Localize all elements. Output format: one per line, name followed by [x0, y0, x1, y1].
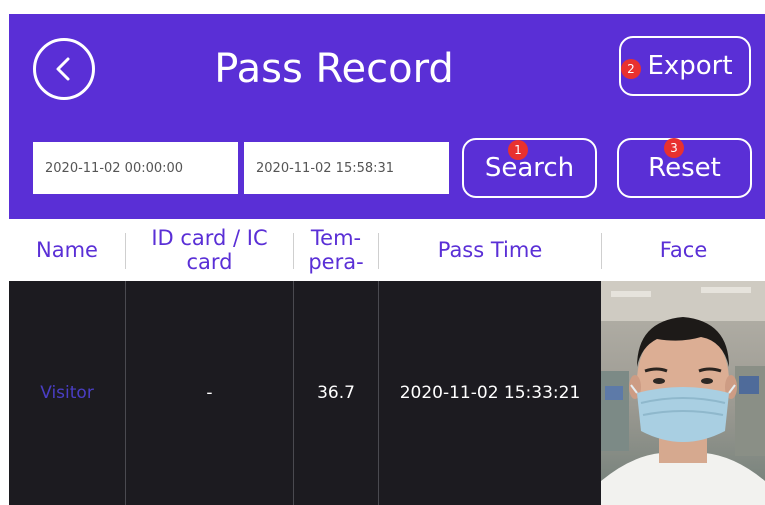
- chevron-left-icon: [56, 57, 70, 81]
- column-header-temperature: Tem- pera-: [308, 226, 364, 274]
- face-photo[interactable]: [601, 281, 765, 505]
- reset-button[interactable]: Reset: [617, 138, 752, 198]
- table-row[interactable]: Visitor - 36.7 2020-11-02 15:33:21: [9, 281, 765, 505]
- search-button[interactable]: Search: [462, 138, 597, 198]
- pass-record-screen: Pass Record Export 2 2020-11-02 00:00:00…: [9, 14, 765, 505]
- reset-button-label: Reset: [648, 153, 721, 183]
- face-image: [601, 281, 765, 505]
- cell-temperature: 36.7: [317, 383, 355, 403]
- cell-name: Visitor: [40, 383, 94, 403]
- table-header: Name ID card / IC card Tem- pera- Pass T…: [9, 219, 765, 281]
- end-time-field[interactable]: 2020-11-02 15:58:31: [244, 142, 449, 194]
- search-step-badge: 1: [508, 140, 528, 160]
- back-button[interactable]: [33, 38, 95, 100]
- column-header-id-card: ID card / IC card: [151, 226, 268, 274]
- page-title: Pass Record: [214, 46, 454, 92]
- column-header-name: Name: [36, 238, 98, 262]
- column-header-face: Face: [659, 238, 708, 262]
- cell-pass-time: 2020-11-02 15:33:21: [399, 383, 581, 403]
- export-step-badge: 2: [621, 59, 641, 79]
- reset-step-badge: 3: [664, 138, 684, 158]
- start-time-field[interactable]: 2020-11-02 00:00:00: [33, 142, 238, 194]
- header-bar: Pass Record Export 2 2020-11-02 00:00:00…: [9, 14, 765, 219]
- column-header-pass-time: Pass Time: [437, 238, 543, 262]
- export-button-label: Export: [647, 51, 733, 81]
- search-button-label: Search: [484, 153, 575, 183]
- cell-id-card: -: [206, 383, 213, 403]
